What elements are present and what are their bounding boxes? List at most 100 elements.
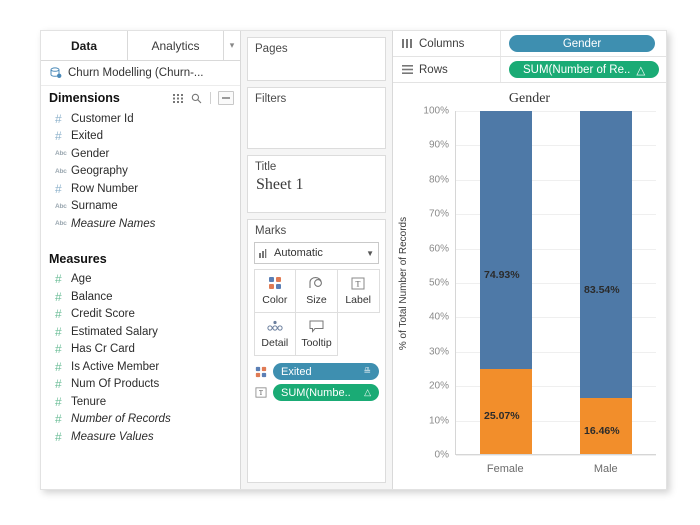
field-age[interactable]: # Age [41,271,240,289]
marks-button-spacer [337,312,379,355]
field-estimated-salary[interactable]: # Estimated Salary [41,323,240,341]
field-row-number[interactable]: # Row Number [41,180,240,198]
grid-icon[interactable] [172,92,185,105]
detail-button[interactable]: Detail [253,311,297,356]
size-button[interactable]: Size [295,268,338,313]
marks-pill-exited[interactable]: Exited ≞ [273,363,379,380]
field-label: Gender [71,147,110,160]
x-axis: Female Male [455,454,656,489]
chevron-down-icon: ▼ [366,248,374,258]
dimensions-tools [172,91,234,105]
number-field-icon: # [55,342,62,357]
field-label: Number of Records [71,413,171,426]
columns-pill-label: Gender [562,37,602,50]
marks-pill-sum-number-of-records[interactable]: SUM(Numbe.. △ [273,384,379,401]
data-pane: Data Analytics ▾ Churn Modelling (Churn-… [41,31,241,489]
field-is-active-member[interactable]: # Is Active Member [41,358,240,376]
number-field-icon: # [55,129,62,144]
marks-pill-exited-row: Exited ≞ [254,363,379,380]
marks-buttons-row-1: Color Size T Label [253,268,380,313]
field-has-cr-card[interactable]: # Has Cr Card [41,341,240,359]
title-card[interactable]: Title Sheet 1 [247,155,386,213]
y-tick-label: 60% [428,243,449,255]
mark-type-value: Automatic [274,247,323,259]
pages-card[interactable]: Pages [247,37,386,81]
color-icon [254,365,268,378]
dimensions-menu-button[interactable] [218,91,234,105]
quick-table-calc-icon: △ [636,64,646,77]
tab-analytics-label: Analytics [151,38,200,53]
sort-icon: ≞ [363,366,371,376]
bar-group: 83.54% 16.46% [580,111,632,455]
field-customer-id[interactable]: # Customer Id [41,110,240,128]
field-surname[interactable]: Abc Surname [41,198,240,216]
number-field-icon: # [55,181,62,196]
mark-type-select[interactable]: Automatic ▼ [254,242,379,264]
rows-pill-sum-number-of-records[interactable]: SUM(Number of Re.. △ [509,61,660,78]
field-label: Customer Id [71,112,134,125]
field-gender[interactable]: Abc Gender [41,145,240,163]
marks-pill-sum-label: SUM(Numbe.. [281,386,351,399]
color-icon [268,276,282,291]
chevron-down-icon[interactable]: ▾ [224,31,240,60]
tab-analytics[interactable]: Analytics [128,31,224,60]
x-tick-label: Male [593,463,618,475]
field-measure-names[interactable]: Abc Measure Names [41,215,240,233]
text-field-icon: Abc [55,220,67,228]
field-label: Is Active Member [71,360,160,373]
bar-segment-blue[interactable] [480,111,532,369]
columns-shelf[interactable]: Columns Gender [393,31,666,57]
number-field-icon: # [55,394,62,409]
filters-card[interactable]: Filters [247,87,386,149]
field-label: Tenure [71,395,107,408]
columns-pill-gender[interactable]: Gender [509,35,655,52]
y-axis-title-text: % of Total Number of Records [398,216,410,350]
data-pane-tabs: Data Analytics ▾ [41,31,240,61]
y-tick-label: 20% [428,380,449,392]
y-tick-label: 50% [428,277,449,289]
number-field-icon: # [55,412,62,427]
label-button-label: Label [345,293,372,306]
bar-segment-blue[interactable] [580,111,632,399]
y-tick-label: 70% [428,208,449,220]
database-icon [49,67,63,79]
tooltip-button[interactable]: Tooltip [295,311,338,356]
field-label: Estimated Salary [71,325,158,338]
svg-text:T: T [259,390,264,397]
pages-card-title: Pages [255,43,288,55]
field-label: Exited [71,130,103,143]
color-button[interactable]: Color [253,268,297,313]
sheet-name[interactable]: Sheet 1 [248,176,385,194]
field-number-of-records[interactable]: # Number of Records [41,411,240,429]
text-field-icon: Abc [55,202,67,210]
field-measure-values[interactable]: # Measure Values [41,428,240,446]
field-geography[interactable]: Abc Geography [41,163,240,181]
datasource-label: Churn Modelling (Churn-... [68,67,204,79]
marks-pill-list: Exited ≞ T SUM(Numbe.. △ [254,363,379,401]
columns-shelf-pills: Gender [501,35,666,52]
marks-pill-sum-row: T SUM(Numbe.. △ [254,384,379,401]
field-credit-score[interactable]: # Credit Score [41,306,240,324]
field-tenure[interactable]: # Tenure [41,393,240,411]
tooltip-button-label: Tooltip [301,336,332,349]
label-icon: T [351,276,365,291]
field-balance[interactable]: # Balance [41,288,240,306]
rows-shelf-label: Rows [415,57,501,82]
dimensions-header: Dimensions [41,86,240,110]
y-axis-ticks: 0% 10% 20% 30% 40% 50% 60% 70% 80% 90% 100% [411,106,453,461]
tab-data[interactable]: Data [41,31,128,60]
field-exited[interactable]: # Exited [41,128,240,146]
field-label: Measure Names [71,217,156,230]
search-icon[interactable] [190,92,203,105]
field-num-of-products[interactable]: # Num Of Products [41,376,240,394]
measures-section: Measures # Age # Balance # Credit Score … [41,247,240,446]
datasource-row[interactable]: Churn Modelling (Churn-... [41,61,240,86]
rows-shelf[interactable]: Rows SUM(Number of Re.. △ [393,57,666,83]
view-pane: Columns Gender Rows SUM(Number of Re.. △ [393,31,666,489]
field-label: Balance [71,290,113,303]
chart-area: Gender % of Total Number of Records 0% 10… [393,83,666,489]
number-field-icon: # [55,289,62,304]
label-button[interactable]: T Label [336,268,380,313]
number-field-icon: # [55,111,62,126]
detail-icon [267,319,283,334]
